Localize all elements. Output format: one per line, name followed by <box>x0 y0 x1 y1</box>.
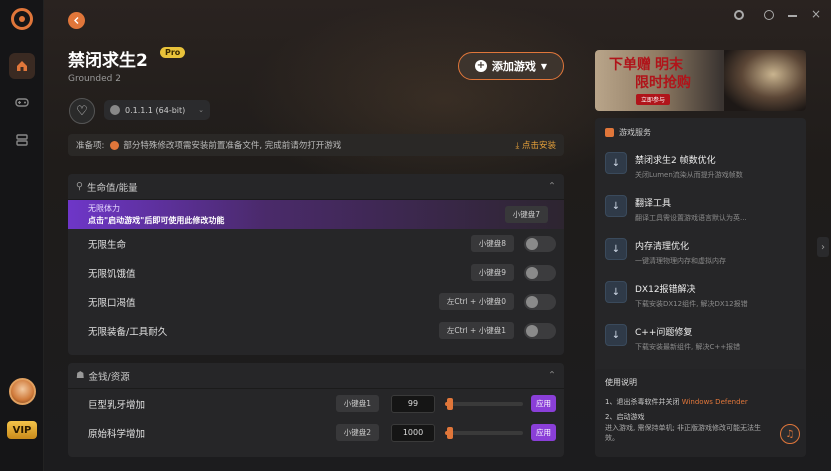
value-slider[interactable] <box>445 397 523 410</box>
hotkey: 左Ctrl + 小键盘0 <box>438 293 514 310</box>
section-money: ☗ 金钱/资源 ⌃ 巨型乳牙增加 小键盘1 99 应用 原始科学增加 小键盘2 … <box>68 363 564 457</box>
cheat-toggle[interactable] <box>524 264 556 281</box>
favorite-button[interactable]: ♡ <box>69 98 95 124</box>
headset-icon: ♫ <box>785 428 795 440</box>
close-icon[interactable]: × <box>811 7 821 21</box>
home-icon <box>17 61 27 71</box>
install-link[interactable]: ⤓ 点击安装 <box>516 139 556 151</box>
cheat-toggle[interactable] <box>524 235 556 252</box>
minimize-icon[interactable] <box>788 15 797 17</box>
headset-support-button[interactable]: ♫ <box>780 424 800 444</box>
sidebar-item-home[interactable] <box>9 53 35 79</box>
heart-icon: ♡ <box>76 103 88 119</box>
hotkey: 小键盘2 <box>335 424 379 441</box>
cheat-row: 巨型乳牙增加 小键盘1 99 应用 <box>68 389 564 418</box>
cheat-row: 无限装备/工具耐久 左Ctrl + 小键盘1 <box>68 316 564 345</box>
leaf-icon: ⚲ <box>76 181 83 192</box>
chevron-up-icon[interactable]: ⌃ <box>548 370 556 381</box>
section-health: ⚲ 生命值/能量 ⌃ 无限体力 点击"启动游戏"后即可使用此修改功能 小键盘7 … <box>68 174 564 355</box>
back-button[interactable] <box>68 12 85 29</box>
download-icon: ↓ <box>605 238 627 260</box>
cheat-toggle[interactable] <box>524 322 556 339</box>
version-select[interactable]: 0.1.1.1 (64-bit) ⌄ <box>104 100 210 120</box>
hotkey: 小键盘7 <box>504 206 548 223</box>
layers-icon <box>16 134 28 146</box>
service-item[interactable]: ↓ C++问题修复 下载安装最新组件, 解决C++报错 <box>595 318 806 361</box>
service-item[interactable]: ↓ 翻译工具 翻译工具需设置游戏语言默认为英... <box>595 189 806 232</box>
cube-icon <box>605 127 614 137</box>
promo-banner[interactable]: 下单赠 明末 限时抢购 立即参与 <box>595 50 806 111</box>
window-controls: × <box>734 7 821 21</box>
download-icon: ↓ <box>605 281 627 303</box>
value-slider[interactable] <box>445 426 523 439</box>
gamepad-icon <box>15 98 29 107</box>
plus-circle-icon: + <box>474 60 487 72</box>
cheat-row: 无限口渴值 左Ctrl + 小键盘0 <box>68 287 564 316</box>
right-panel: 下单赠 明末 限时抢购 立即参与 游戏服务 ↓ 禁闭求生2 帧数优化 关闭Lumen… <box>595 50 806 457</box>
hotkey: 小键盘9 <box>470 264 514 281</box>
cheat-row: 无限生命 小键盘8 <box>68 229 564 258</box>
service-item[interactable]: ↓ DX12报错解决 下载安装DX12组件, 解决DX12报错 <box>595 275 806 318</box>
chevron-up-icon[interactable]: ⌃ <box>548 181 556 192</box>
page-title: 禁闭求生2 <box>68 51 148 71</box>
main-area: × 禁闭求生2 Pro Grounded 2 + 添加游戏 ▼ ♡ 0.1.1.… <box>44 0 831 471</box>
add-game-button[interactable]: + 添加游戏 ▼ <box>458 52 564 80</box>
cheat-row: 原始科学增加 小键盘2 1000 应用 <box>68 418 564 447</box>
apply-button[interactable]: 应用 <box>531 395 556 412</box>
sidebar-item-library[interactable] <box>9 127 35 153</box>
section-header[interactable]: ⚲ 生命值/能量 ⌃ <box>68 174 564 200</box>
value-input[interactable]: 1000 <box>391 423 435 442</box>
page-subtitle: Grounded 2 <box>68 74 121 84</box>
banner-cta: 立即参与 <box>636 94 671 105</box>
section-header[interactable]: ☗ 金钱/资源 ⌃ <box>68 363 564 389</box>
prep-bar: 准备项: 部分特殊修改项需安装前置准备文件, 完成前请勿打开游戏 ⤓ 点击安装 <box>68 134 564 156</box>
service-item[interactable]: ↓ 禁闭求生2 帧数优化 关闭Lumen流染从而提升游戏帧数 <box>595 146 806 189</box>
chevron-right-icon[interactable]: › <box>817 237 829 257</box>
value-input[interactable]: 99 <box>391 394 435 413</box>
promo-row: 无限体力 点击"启动游戏"后即可使用此修改功能 小键盘7 <box>68 200 564 229</box>
chevron-down-icon: ⌄ <box>198 106 204 114</box>
sidebar: VIP <box>0 0 44 471</box>
apply-button[interactable]: 应用 <box>531 424 556 441</box>
settings-icon[interactable] <box>764 10 774 20</box>
arrow-left-icon <box>74 17 79 24</box>
usage-instructions: 使用说明 1、退出杀毒软件并关闭 Windows Defender 2、启动游戏… <box>595 369 806 457</box>
avatar[interactable] <box>9 378 36 405</box>
pro-badge: Pro <box>160 47 186 58</box>
sidebar-item-games[interactable] <box>9 89 35 115</box>
hotkey: 小键盘8 <box>470 235 514 252</box>
download-icon: ↓ <box>605 324 627 346</box>
service-item[interactable]: ↓ 内存清理优化 一键清理物理内存和虚拟内存 <box>595 232 806 275</box>
warning-icon <box>110 140 120 150</box>
bag-icon: ☗ <box>76 370 85 381</box>
cheat-row: 无限饥饿值 小键盘9 <box>68 258 564 287</box>
hotkey: 左Ctrl + 小键盘1 <box>438 322 514 339</box>
vip-badge[interactable]: VIP <box>7 421 37 439</box>
cheat-toggle[interactable] <box>524 293 556 310</box>
download-icon: ↓ <box>605 195 627 217</box>
record-icon[interactable] <box>734 10 744 20</box>
app-logo-icon[interactable] <box>11 8 33 30</box>
game-services: 游戏服务 ↓ 禁闭求生2 帧数优化 关闭Lumen流染从而提升游戏帧数 ↓ 翻译工具翻… <box>595 118 806 408</box>
hotkey: 小键盘1 <box>335 395 379 412</box>
caret-down-icon: ▼ <box>540 61 548 71</box>
steam-icon <box>110 105 120 115</box>
download-icon: ↓ <box>605 152 627 174</box>
